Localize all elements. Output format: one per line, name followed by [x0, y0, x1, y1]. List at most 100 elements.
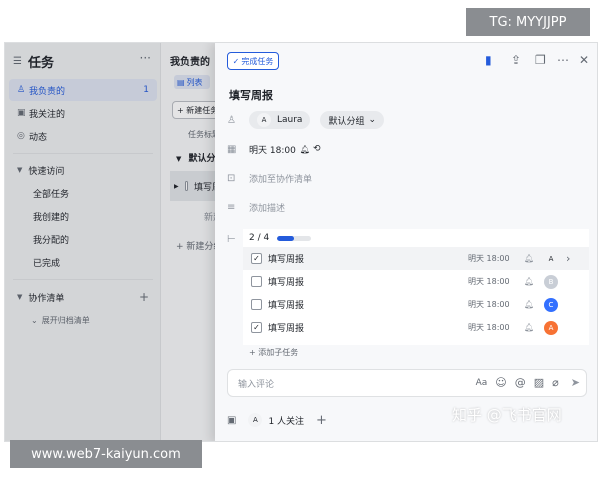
subtask-row[interactable]: 填写周报 明天 18:00 🔔︎ C: [243, 293, 589, 316]
share-icon[interactable]: ⇪: [511, 53, 521, 67]
due-row[interactable]: ▦ 明天 18:00 🔔︎ ⟲: [227, 139, 321, 159]
task-checkbox[interactable]: [184, 181, 188, 191]
subtask-progress: 2 / 4: [249, 233, 312, 243]
task-list-pane: 我负责的 ▤ 列表 + 新建任务 任务标题 ▼ 默认分组 ▶ 填写周报 新建任务…: [162, 43, 222, 441]
bookmark-icon[interactable]: ▮: [485, 53, 492, 67]
bell-icon: 🔔︎: [524, 277, 535, 286]
followers-count[interactable]: 1 人关注: [268, 414, 304, 427]
person-icon: ♙: [17, 85, 26, 95]
collapse-sidebar-icon[interactable]: ☰: [13, 56, 22, 67]
add-list-icon[interactable]: +: [139, 290, 149, 304]
sidebar-item-label: 我负责的: [29, 86, 66, 97]
avatar[interactable]: B: [544, 274, 558, 289]
subtask-name[interactable]: 填写周报: [268, 321, 468, 334]
mention-icon[interactable]: @: [515, 376, 526, 389]
bell-icon: 🔔︎: [299, 144, 310, 154]
list-add-icon: ⊡: [227, 172, 236, 184]
close-icon[interactable]: ✕: [579, 53, 589, 67]
assignee-row: ♙ A Laura 默认分组 ⌄: [227, 110, 394, 130]
comment-input[interactable]: 输入评论 Aa ☺ @ ▨ ⌀ ➤: [227, 369, 587, 397]
subtask-checkbox[interactable]: ✓: [251, 253, 262, 264]
watermark-bottom-left: www.web7-kaiyun.com: [10, 440, 202, 468]
due-text: 明天 18:00: [249, 145, 296, 156]
sidebar-item-count: 1: [143, 85, 149, 95]
quick-access-section[interactable]: ▼ 快速访问: [9, 159, 157, 181]
avatar[interactable]: A: [544, 251, 558, 266]
progress-text: 2 / 4: [249, 233, 270, 243]
divider: [13, 153, 153, 154]
attachment-icon[interactable]: ⌀: [552, 376, 559, 389]
section-label: 快速访问: [28, 166, 65, 177]
more-icon[interactable]: ⋯: [557, 53, 569, 67]
subtask-name[interactable]: 填写周报: [268, 275, 468, 288]
window-icon[interactable]: ❐: [535, 53, 546, 67]
expand-archived-lists[interactable]: ⌄ 展开归档清单: [9, 310, 157, 330]
task-app-window: ☰ 任务 ··· ♙ 我负责的 1 ▣ 我关注的 ◎ 动态 ▼ 快速访问 全部任…: [4, 42, 598, 442]
complete-label: 完成任务: [241, 56, 274, 66]
caret-down-icon: ▼: [17, 293, 23, 301]
progress-bar: [277, 235, 312, 241]
sidebar-title: 任务: [27, 55, 54, 71]
sidebar-item-activity[interactable]: ◎ 动态: [9, 125, 157, 147]
more-icon[interactable]: ···: [140, 51, 151, 65]
person-icon: ♙: [227, 114, 236, 126]
follow-icon: ▣: [17, 108, 26, 118]
add-to-list-row[interactable]: ⊡ 添加至协作清单: [227, 168, 312, 188]
description-icon: ≡: [227, 201, 236, 213]
list-title: 我负责的: [170, 57, 210, 68]
sidebar-item-assigned[interactable]: 我分配的: [9, 228, 157, 250]
subtask-due[interactable]: 明天 18:00: [468, 299, 524, 310]
task-title[interactable]: 填写周报: [229, 87, 273, 103]
group-select[interactable]: 默认分组 ⌄: [320, 111, 385, 129]
emoji-icon[interactable]: ☺: [495, 376, 506, 389]
collab-list-section[interactable]: ▼ 协作清单 +: [9, 286, 157, 308]
subtask-checkbox[interactable]: ✓: [251, 322, 262, 333]
subtask-row[interactable]: 填写周报 明天 18:00 🔔︎ B: [243, 270, 589, 293]
assignee-chip[interactable]: A Laura: [249, 111, 311, 129]
text-format-icon[interactable]: Aa: [476, 378, 488, 388]
add-follower-icon[interactable]: +: [316, 413, 327, 428]
subtask-name[interactable]: 填写周报: [268, 252, 468, 265]
sidebar-item-label: 我关注的: [29, 109, 66, 120]
sidebar-item-created[interactable]: 我创建的: [9, 205, 157, 227]
subtask-checkbox[interactable]: [251, 299, 262, 310]
subtask-due[interactable]: 明天 18:00: [468, 322, 524, 333]
chevron-down-icon: ⌄: [368, 115, 377, 125]
subtask-icon: ⊢: [227, 233, 236, 245]
add-description-row[interactable]: ≡ 添加描述: [227, 197, 285, 217]
comment-placeholder: 输入评论: [238, 379, 275, 390]
complete-task-button[interactable]: ✓ 完成任务: [227, 52, 279, 70]
add-desc-label: 添加描述: [249, 203, 286, 214]
expand-label: 展开归档清单: [41, 315, 90, 325]
watermark-top-right: TG: MYYJJPP: [466, 8, 590, 36]
footer: ▣ A 1 人关注 +: [227, 411, 327, 429]
subtask-due[interactable]: 明天 18:00: [468, 276, 524, 287]
list-view-icon: ▤: [177, 77, 185, 87]
sidebar-item-assigned-to-me[interactable]: ♙ 我负责的 1: [9, 79, 157, 101]
group-label: 默认分组: [328, 116, 365, 127]
tab-list[interactable]: ▤ 列表: [174, 75, 210, 89]
sidebar: ☰ 任务 ··· ♙ 我负责的 1 ▣ 我关注的 ◎ 动态 ▼ 快速访问 全部任…: [5, 43, 161, 441]
sidebar-header: ☰ 任务 ···: [13, 51, 153, 71]
sidebar-item-label: 动态: [29, 132, 48, 143]
subtask-row[interactable]: ✓ 填写周报 明天 18:00 🔔︎ A ›: [243, 247, 589, 270]
follow-icon[interactable]: ▣: [227, 415, 236, 426]
send-icon[interactable]: ➤: [571, 376, 580, 389]
progress-fill: [277, 235, 295, 241]
subtask-due[interactable]: 明天 18:00: [468, 253, 524, 264]
sidebar-item-all-tasks[interactable]: 全部任务: [9, 182, 157, 204]
check-icon: ✓: [232, 56, 240, 66]
avatar[interactable]: A: [544, 320, 558, 335]
sidebar-item-following[interactable]: ▣ 我关注的: [9, 102, 157, 124]
chevron-right-icon[interactable]: ›: [566, 252, 570, 265]
avatar[interactable]: C: [544, 297, 558, 312]
sidebar-item-completed[interactable]: 已完成: [9, 251, 157, 273]
subtask-row[interactable]: ✓ 填写周报 明天 18:00 🔔︎ A: [243, 316, 589, 339]
watermark-bottom-right: 知乎 @飞书官网: [452, 406, 562, 424]
image-icon[interactable]: ▨: [534, 376, 544, 389]
subtask-name[interactable]: 填写周报: [268, 298, 468, 311]
assignee-name: Laura: [277, 115, 303, 125]
subtask-checkbox[interactable]: [251, 276, 262, 287]
add-subtask-button[interactable]: + 添加子任务: [249, 347, 298, 358]
tab-label: 列表: [186, 77, 203, 87]
